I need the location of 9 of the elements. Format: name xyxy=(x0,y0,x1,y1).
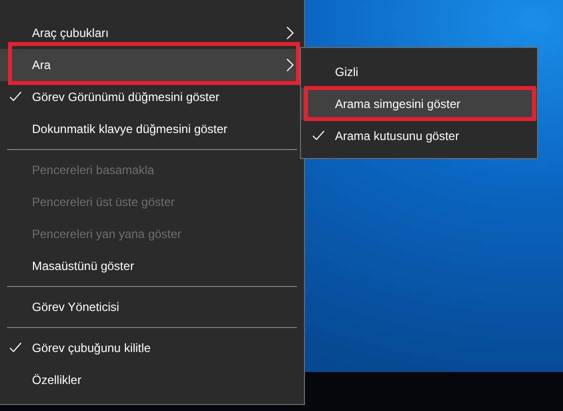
menu-item[interactable]: Dokunmatik klavye düğmesini göster xyxy=(0,113,304,145)
menu-item[interactable]: Arama kutusunu göster xyxy=(301,120,537,152)
menu-item[interactable]: Görev Yöneticisi xyxy=(0,291,304,323)
menu-item[interactable]: Görev çubuğunu kilitle xyxy=(0,332,304,364)
menu-item[interactable]: Özellikler xyxy=(0,364,304,396)
menu-item[interactable]: Görev Görünümü düğmesini göster xyxy=(0,81,304,113)
menu-item[interactable]: Masaüstünü göster xyxy=(0,250,304,282)
menu-item[interactable]: Gizli xyxy=(301,56,537,88)
menu-item[interactable]: Araç çubukları xyxy=(0,17,304,49)
